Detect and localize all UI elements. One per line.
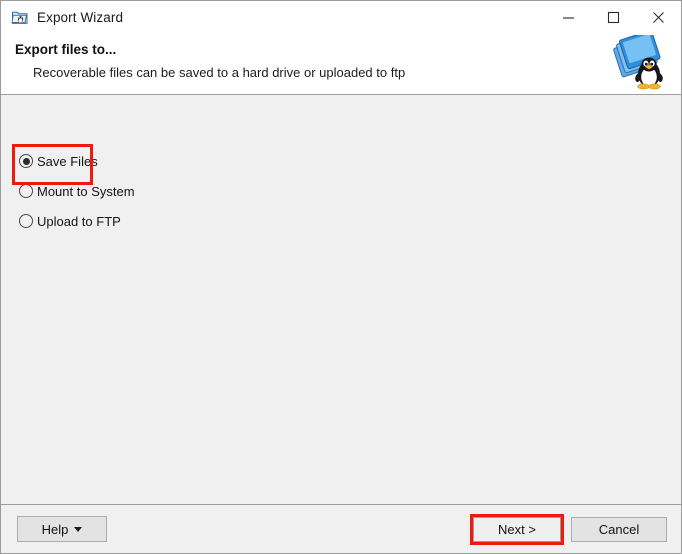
radio-indicator-upload-to-ftp[interactable] bbox=[19, 214, 33, 228]
export-wizard-window: Export Wizard Export files to... bbox=[0, 0, 682, 554]
page-subtitle: Recoverable files can be saved to a hard… bbox=[33, 65, 405, 80]
minimize-icon[interactable] bbox=[546, 1, 591, 33]
title-bar: Export Wizard bbox=[1, 1, 681, 33]
cancel-button-label: Cancel bbox=[599, 522, 639, 537]
window-controls bbox=[546, 1, 681, 33]
close-icon[interactable] bbox=[636, 1, 681, 33]
export-destination-options: Save Files Mount to System Upload to FTP bbox=[19, 146, 135, 236]
radio-label-save-files: Save Files bbox=[37, 154, 98, 169]
window-title: Export Wizard bbox=[37, 10, 123, 25]
folder-penguin-icon bbox=[11, 8, 29, 26]
radio-indicator-save-files[interactable] bbox=[19, 154, 33, 168]
wizard-header: Export files to... Recoverable files can… bbox=[1, 33, 681, 95]
help-button[interactable]: Help bbox=[17, 516, 107, 542]
next-button-label: Next > bbox=[498, 522, 536, 537]
help-button-label: Help bbox=[42, 522, 69, 537]
radio-option-save-files[interactable]: Save Files bbox=[19, 146, 135, 176]
cancel-button[interactable]: Cancel bbox=[571, 517, 667, 542]
radio-option-mount-to-system[interactable]: Mount to System bbox=[19, 176, 135, 206]
linux-penguin-disks-logo bbox=[607, 35, 673, 93]
page-title: Export files to... bbox=[15, 42, 116, 57]
maximize-icon[interactable] bbox=[591, 1, 636, 33]
chevron-down-icon bbox=[74, 527, 82, 532]
wizard-content: Save Files Mount to System Upload to FTP bbox=[1, 95, 681, 505]
radio-label-mount-to-system: Mount to System bbox=[37, 184, 135, 199]
radio-indicator-mount-to-system[interactable] bbox=[19, 184, 33, 198]
radio-label-upload-to-ftp: Upload to FTP bbox=[37, 214, 121, 229]
radio-option-upload-to-ftp[interactable]: Upload to FTP bbox=[19, 206, 135, 236]
next-button[interactable]: Next > bbox=[473, 517, 561, 542]
